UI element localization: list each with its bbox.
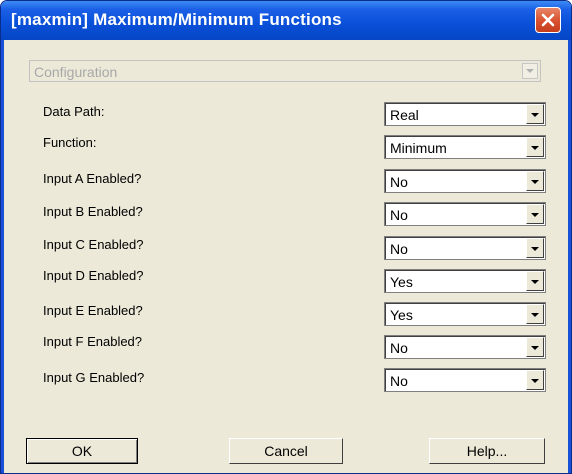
chevron-down-icon: [531, 180, 539, 184]
input-a-enabled-select[interactable]: No: [384, 169, 546, 193]
chevron-down-icon: [526, 69, 534, 73]
chevron-down-icon: [531, 280, 539, 284]
input-d-enabled-label: Input D Enabled?: [43, 268, 144, 283]
data-path-value: Real: [390, 107, 419, 123]
input-f-enabled-select[interactable]: No: [384, 335, 546, 359]
chevron-down-icon: [531, 379, 539, 383]
input-e-enabled-dropdown-button[interactable]: [526, 304, 544, 324]
input-a-enabled-value: No: [390, 174, 408, 190]
input-b-enabled-value: No: [390, 207, 408, 223]
data-path-select[interactable]: Real: [384, 102, 546, 126]
cancel-button[interactable]: Cancel: [229, 438, 343, 464]
chevron-down-icon: [531, 247, 539, 251]
input-f-enabled-label: Input F Enabled?: [43, 334, 143, 349]
configuration-label: Configuration: [34, 64, 118, 80]
input-b-enabled-dropdown-button[interactable]: [526, 204, 544, 224]
input-c-enabled-label: Input C Enabled?: [43, 237, 144, 252]
function-dropdown-button[interactable]: [526, 137, 544, 157]
chevron-down-icon: [531, 213, 539, 217]
input-g-enabled-label: Input G Enabled?: [43, 370, 145, 385]
dialog-content: Configuration Data Path: Real Function: Min…: [4, 40, 568, 470]
input-d-enabled-value: Yes: [390, 274, 413, 290]
chevron-down-icon: [531, 113, 539, 117]
input-d-enabled-select[interactable]: Yes: [384, 269, 546, 293]
input-c-enabled-select[interactable]: No: [384, 236, 546, 260]
title-bar[interactable]: [maxmin] Maximum/Minimum Functions: [1, 1, 571, 40]
data-path-label: Data Path:: [43, 104, 105, 119]
input-b-enabled-select[interactable]: No: [384, 202, 546, 226]
input-g-enabled-select[interactable]: No: [384, 368, 546, 392]
help-button[interactable]: Help...: [429, 438, 545, 464]
input-f-enabled-value: No: [390, 340, 408, 356]
input-g-enabled-value: No: [390, 373, 408, 389]
configuration-dropdown-button: [522, 63, 538, 79]
function-value: Minimum: [390, 140, 447, 156]
configuration-dropdown: Configuration: [29, 60, 541, 82]
input-a-enabled-label: Input A Enabled?: [43, 171, 142, 186]
ok-button[interactable]: OK: [26, 438, 138, 464]
dialog-window: [maxmin] Maximum/Minimum Functions Confi…: [0, 0, 572, 474]
input-c-enabled-value: No: [390, 241, 408, 257]
close-button[interactable]: [535, 7, 561, 33]
input-b-enabled-label: Input B Enabled?: [43, 204, 143, 219]
function-label: Function:: [43, 135, 97, 150]
input-e-enabled-select[interactable]: Yes: [384, 302, 546, 326]
window-title: [maxmin] Maximum/Minimum Functions: [11, 10, 342, 29]
input-a-enabled-dropdown-button[interactable]: [526, 171, 544, 191]
close-icon: [541, 13, 555, 27]
input-f-enabled-dropdown-button[interactable]: [526, 337, 544, 357]
data-path-dropdown-button[interactable]: [526, 104, 544, 124]
input-g-enabled-dropdown-button[interactable]: [526, 370, 544, 390]
chevron-down-icon: [531, 313, 539, 317]
input-d-enabled-dropdown-button[interactable]: [526, 271, 544, 291]
input-c-enabled-dropdown-button[interactable]: [526, 238, 544, 258]
window-frame-right: [568, 40, 571, 473]
chevron-down-icon: [531, 346, 539, 350]
function-select[interactable]: Minimum: [384, 135, 546, 159]
input-e-enabled-label: Input E Enabled?: [43, 303, 143, 318]
chevron-down-icon: [531, 146, 539, 150]
input-e-enabled-value: Yes: [390, 307, 413, 323]
